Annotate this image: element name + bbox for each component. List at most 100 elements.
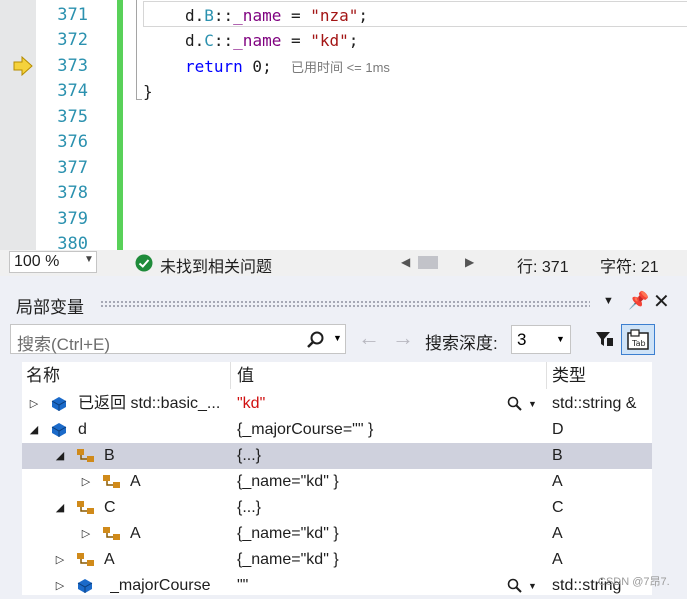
table-row[interactable]: ▷ A {_name="kd" } A [22,469,652,495]
search-depth-select[interactable]: 3 ▼ [511,325,571,354]
variable-name: A [130,525,141,542]
table-row[interactable]: ▷ 已返回 std::basic_... "kd" ▼ std::string … [22,391,652,417]
horizontal-scrollbar-thumb[interactable] [418,256,438,269]
locals-toolbar: 搜索(Ctrl+E) ▼ ← → 搜索深度: 3 ▼ Tab [8,322,687,356]
base-class-icon [77,553,94,566]
column-divider[interactable] [230,362,231,389]
line-number: 375 [57,107,88,127]
magnifier-icon[interactable] [507,578,523,594]
variable-value[interactable]: {_name="kd" } [237,521,537,547]
variable-type: C [552,499,564,516]
code-token: d. [185,6,205,25]
code-token: _name [233,6,282,25]
variable-value[interactable]: {...} [237,443,537,469]
table-icon: Tab [627,329,649,350]
scroll-right-icon[interactable]: ▶ [465,255,474,269]
variable-value[interactable]: {_majorCourse="" } [237,417,537,443]
zoom-select[interactable]: 100 % ▼ [9,251,97,273]
fold-guide-end [136,99,142,100]
code-editor[interactable]: 371 372 373 374 375 376 377 378 379 380 … [0,0,687,250]
cursor-char: 字符: 21 [600,259,659,276]
panel-splitter[interactable] [0,280,687,286]
expand-icon[interactable]: ▷ [80,521,92,547]
elapsed-time-hint[interactable]: 已用时间 <= 1ms [291,60,390,75]
locals-title: 局部变量 [16,298,84,317]
code-line-371: d.B::_name = "nza"; [185,3,368,29]
glyph-margin[interactable] [10,0,36,250]
expand-icon[interactable]: ▷ [28,391,40,417]
locals-grid[interactable]: 名称 值 类型 ▷ 已返回 std::basic_... "kd" ▼ std:… [22,362,652,595]
chevron-down-icon[interactable]: ▼ [528,391,537,417]
code-token: ; [348,31,359,50]
variable-name: A [130,473,141,490]
code-token: "nza" [310,6,359,25]
scroll-left-icon[interactable]: ◀ [401,255,410,269]
table-row[interactable]: ▷ A {_name="kd" } A [22,521,652,547]
line-number: 374 [57,81,88,101]
variable-name: _majorCourse [110,577,211,594]
check-circle-icon [135,254,153,272]
code-token: d. [185,31,205,50]
magnifier-icon[interactable] [507,396,523,412]
base-class-icon [103,475,120,488]
collapse-icon[interactable]: ◢ [54,495,66,521]
line-number: 378 [57,183,88,203]
variable-type: A [552,473,563,490]
window-menu-icon[interactable]: ▼ [603,295,614,307]
variable-value[interactable]: {_name="kd" } [237,469,537,495]
pin-icon[interactable]: 📌 [628,291,649,311]
table-row[interactable]: ▷ _majorCourse "" ▼ std::string [22,573,652,599]
tabular-view-button[interactable]: Tab [621,324,655,355]
code-token: :: [213,6,234,25]
column-divider[interactable] [546,362,547,389]
column-header-value[interactable]: 值 [237,362,254,389]
collapse-icon[interactable]: ◢ [28,417,40,443]
table-row-selected[interactable]: ◢ B {...} B [22,443,652,469]
locals-title-bar[interactable]: 局部变量 ▼ 📌 ✕ [8,289,687,317]
chevron-down-icon[interactable]: ▼ [333,333,342,343]
filter-pin-icon[interactable] [594,329,614,349]
collapse-icon[interactable]: ◢ [54,443,66,469]
issues-status[interactable]: 未找到相关问题 [160,253,272,277]
variable-type: std::string & [552,395,637,412]
base-class-icon [77,449,94,462]
code-line-372: d.C::_name = "kd"; [185,28,358,54]
line-number: 380 [57,234,88,250]
table-row[interactable]: ▷ A {_name="kd" } A [22,547,652,573]
variable-name: A [104,551,115,568]
table-row[interactable]: ◢ d {_majorCourse="" } D [22,417,652,443]
column-header-type[interactable]: 类型 [552,362,586,389]
expand-icon[interactable]: ▷ [54,547,66,573]
search-input[interactable]: 搜索(Ctrl+E) ▼ [10,324,346,354]
expand-icon[interactable]: ▷ [54,573,66,599]
editor-left-margin [0,0,10,250]
editor-status-bar: 100 % ▼ 未找到相关问题 ◀ ▶ 行: 371 字符: 21 [0,250,687,276]
variable-value[interactable]: {...} [237,495,537,521]
variable-value[interactable]: "" [237,573,497,599]
search-placeholder: 搜索(Ctrl+E) [17,335,111,354]
variable-value[interactable]: "kd" [237,391,502,417]
variable-value[interactable]: {_name="kd" } [237,547,537,573]
code-token: = [281,6,311,25]
fold-guide [136,0,137,100]
search-icon[interactable] [306,330,326,350]
code-line-373: return 0; 已用时间 <= 1ms [185,54,390,81]
code-token: 0; [242,57,272,76]
forward-arrow-icon[interactable]: → [392,325,414,351]
code-token: return [185,57,243,76]
chevron-down-icon: ▼ [556,334,565,344]
column-header-name[interactable]: 名称 [26,362,60,389]
code-token: B [204,6,214,25]
variable-type: A [552,525,563,542]
back-arrow-icon[interactable]: ← [358,325,380,351]
variable-type: B [552,447,563,464]
variable-name: B [104,447,115,464]
search-depth-label: 搜索深度: [425,334,498,353]
chevron-down-icon[interactable]: ▼ [528,573,537,599]
code-token: :: [213,31,234,50]
table-row[interactable]: ◢ C {...} C [22,495,652,521]
code-token: "kd" [310,31,349,50]
close-icon[interactable]: ✕ [653,289,670,314]
expand-icon[interactable]: ▷ [80,469,92,495]
zoom-value: 100 % [14,253,60,270]
